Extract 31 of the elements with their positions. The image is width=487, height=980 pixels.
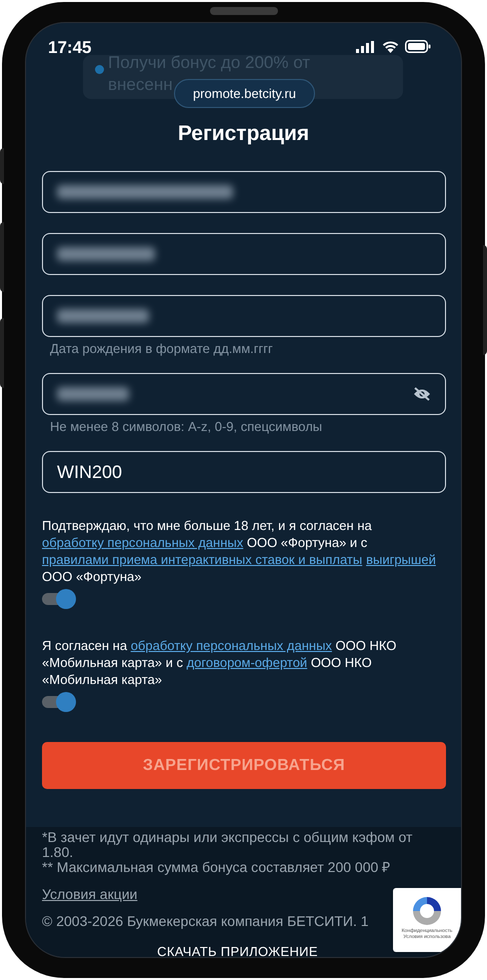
speaker-slot [210,7,278,15]
blurred-value [57,387,129,401]
footnote-text: ** Максимальная сумма бонуса составляет 200 000 ₽ [42,860,392,875]
footnote-text: *В зачет идут одинары или экспрессы с общим кэфом от 1.80. [42,830,414,860]
link[interactable]: обработку персональных данных [130,638,332,653]
input-field[interactable] [42,295,446,337]
link[interactable]: договором-офертой [186,655,308,670]
consent-text: Подтверждаю, что мне больше 18 лет, и я согласен на обработку персональных данных ООО «Фортуна» и с правилами приема интерактивных ставок и выплаты выигрышей ООО «Фортуна» [42,517,437,585]
wifi-icon [382,40,399,52]
input-field[interactable] [42,373,446,415]
input-field[interactable] [42,233,446,275]
terms-link[interactable]: Условия акции [42,884,138,905]
eye-off-icon[interactable] [413,387,431,401]
signal-icon [356,40,376,52]
helper-text: Дата рождения в формате дд.мм.гггг [50,341,274,357]
helper-text: Не менее 8 символов: A-z, 0-9, спецсимволы [50,419,324,435]
link[interactable]: выигрышей [366,552,436,567]
link[interactable]: обработку персональных данных [42,535,244,550]
battery-icon [405,40,431,53]
consent-text: Я согласен на обработку персональных данных ООО НКО «Мобильная карта» и с договором-офертой ООО НКО «Мобильная карта» [42,637,398,688]
download-app-link[interactable]: СКАЧАТЬ ПРИЛОЖЕНИЕ [157,944,318,957]
toggle-switch[interactable] [42,692,76,712]
clock-time: 17:45 [48,39,92,56]
input-field[interactable] [42,171,446,213]
page-title: Регистрация [176,121,310,147]
input-field[interactable]: WIN200 [42,451,446,493]
recaptcha-icon [410,894,444,928]
toggle-switch[interactable] [42,589,76,609]
copyright-text: © 2003-2026 Букмекерская компания БЕТСИТИ. 1 [42,912,369,931]
url-bar[interactable]: promote.betcity.ru [174,79,315,108]
link[interactable]: правилами приема интерактивных ставок и выплаты [42,552,362,567]
